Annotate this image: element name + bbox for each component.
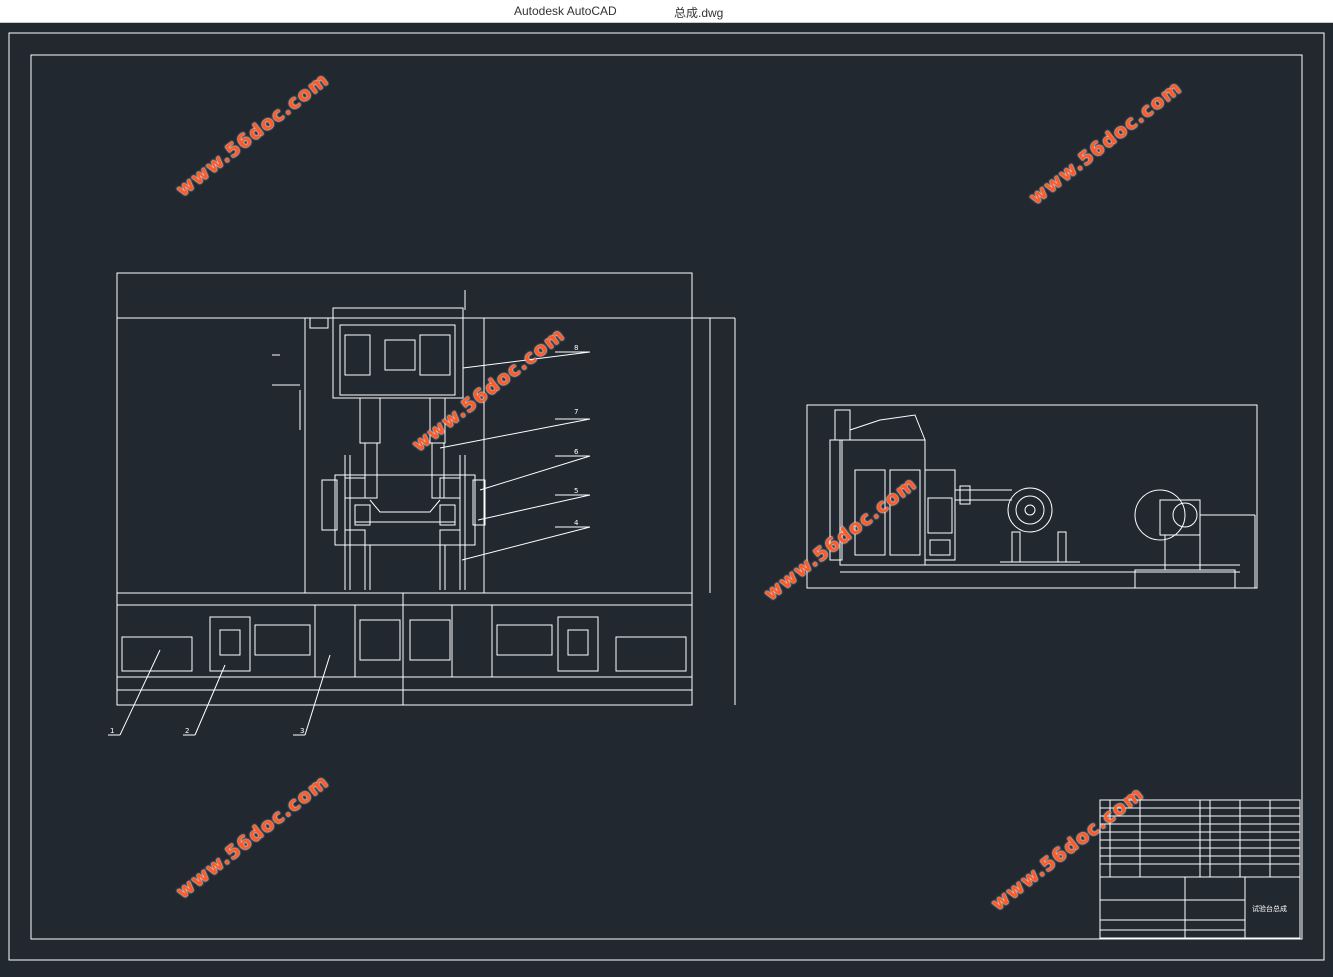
- side-view: [806, 404, 1258, 589]
- file-name: 总成.dwg: [674, 6, 724, 20]
- part-label-7: 7: [574, 408, 578, 416]
- part-label-4: 4: [574, 519, 579, 527]
- part-label-3: 3: [300, 727, 304, 735]
- part-label-6: 6: [574, 448, 579, 456]
- app-name: Autodesk AutoCAD: [514, 4, 617, 18]
- title-bar: Autodesk AutoCAD 总成.dwg: [0, 0, 1333, 23]
- title-block: [1099, 799, 1301, 939]
- part-label-8: 8: [574, 344, 578, 352]
- part-label-2: 2: [185, 727, 189, 735]
- part-label-1: 1: [110, 727, 114, 735]
- drawing-canvas[interactable]: 1 2 3 4 5 6 7 8 试验台总成 www.56doc.com www.…: [0, 22, 1333, 973]
- plan-view: [108, 592, 693, 736]
- title-block-title: 试验台总成: [1252, 904, 1287, 913]
- part-label-5: 5: [574, 487, 578, 495]
